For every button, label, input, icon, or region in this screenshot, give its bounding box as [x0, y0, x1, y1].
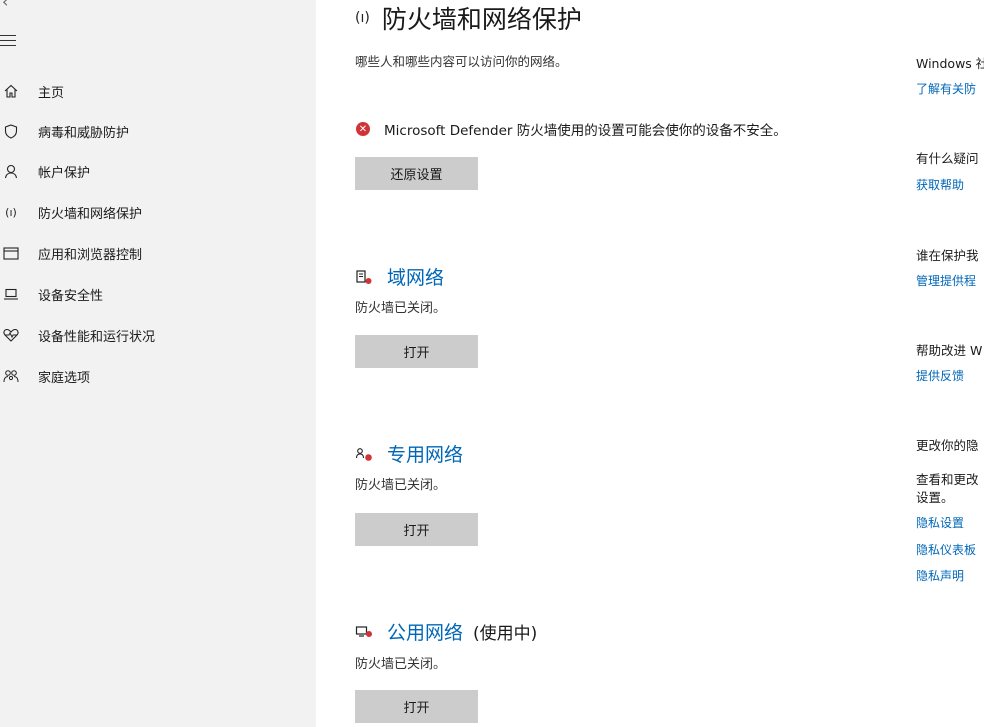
sidebar-item-family[interactable]: 家庭选项	[0, 356, 316, 396]
manage-providers-link[interactable]: 管理提供程	[916, 272, 976, 289]
in-use-label: (使用中)	[473, 624, 538, 644]
sidebar-item-label: 主页	[38, 85, 65, 101]
restore-settings-button[interactable]: 还原设置	[355, 157, 478, 190]
learn-more-link[interactable]: 了解有关防	[916, 80, 976, 97]
privacy-dashboard-link[interactable]: 隐私仪表板	[916, 541, 976, 558]
privacy-statement-link[interactable]: 隐私声明	[916, 567, 964, 584]
sidebar-item-label: 设备安全性	[38, 288, 104, 304]
protect-heading: 谁在保护我	[916, 248, 979, 263]
sidebar-item-device-security[interactable]: 设备安全性	[0, 274, 316, 314]
person-icon	[2, 162, 20, 180]
network-name[interactable]: 域网络	[387, 263, 444, 290]
home-icon	[2, 82, 20, 100]
privacy-settings-link[interactable]: 隐私设置	[916, 514, 964, 531]
question-heading: 有什么疑问	[916, 151, 979, 166]
view-change-text-1: 查看和更改	[916, 472, 979, 487]
domain-network-title[interactable]: 域网络	[355, 263, 444, 290]
error-icon: ✕	[356, 122, 370, 136]
sidebar-item-account[interactable]: 帐户保护	[0, 151, 316, 191]
page-subtitle: 哪些人和哪些内容可以访问你的网络。	[355, 54, 568, 69]
sidebar-item-label: 防火墙和网络保护	[38, 206, 143, 222]
sidebar-item-device-health[interactable]: 设备性能和运行状况	[0, 315, 316, 355]
sidebar-item-home[interactable]: 主页	[0, 71, 316, 111]
private-network-status: 防火墙已关闭。	[355, 478, 447, 493]
sidebar-item-label: 帐户保护	[38, 165, 91, 181]
sidebar-item-label: 家庭选项	[38, 370, 91, 386]
wireless-icon: (ı)	[5, 205, 17, 219]
public-network-title[interactable]: 公用网络 (使用中)	[355, 618, 537, 645]
public-network-status: 防火墙已关闭。	[355, 657, 447, 672]
domain-network-turn-on-button[interactable]: 打开	[355, 335, 478, 368]
sidebar: ‹ 主页 病毒和威胁防护 帐户保护 (ı) 防火墙和网络保护 应用和浏览器控制 …	[0, 0, 316, 727]
app-window-icon	[2, 244, 20, 262]
private-network-turn-on-button[interactable]: 打开	[355, 513, 478, 546]
domain-network-status: 防火墙已关闭。	[355, 301, 447, 316]
public-network-icon	[355, 623, 373, 641]
right-panel: Windows 社 了解有关防 有什么疑问 获取帮助 谁在保护我 管理提供程 帮…	[916, 0, 984, 727]
sidebar-item-firewall[interactable]: (ı) 防火墙和网络保护	[0, 192, 316, 232]
page-title-text: 防火墙和网络保护	[381, 5, 582, 34]
feedback-link[interactable]: 提供反馈	[916, 367, 964, 384]
page-title: (ı) 防火墙和网络保护	[355, 0, 582, 36]
network-name[interactable]: 公用网络	[387, 618, 463, 645]
family-icon	[2, 367, 20, 385]
wireless-icon: (ı)	[355, 10, 370, 26]
sidebar-item-virus-protection[interactable]: 病毒和威胁防护	[0, 111, 316, 151]
laptop-icon	[2, 285, 20, 303]
sidebar-item-label: 设备性能和运行状况	[38, 329, 156, 345]
sidebar-item-label: 病毒和威胁防护	[38, 125, 130, 141]
change-privacy-heading: 更改你的隐	[916, 438, 979, 453]
shield-icon	[2, 122, 20, 140]
private-network-icon	[355, 445, 373, 463]
back-icon[interactable]: ‹	[2, 0, 8, 11]
get-help-link[interactable]: 获取帮助	[916, 176, 964, 193]
public-network-turn-on-button[interactable]: 打开	[355, 690, 478, 723]
main-content: (ı) 防火墙和网络保护 哪些人和哪些内容可以访问你的网络。 ✕ Microso…	[316, 0, 876, 727]
private-network-title[interactable]: 专用网络	[355, 440, 463, 467]
windows-text: Windows 社	[916, 56, 984, 71]
hamburger-menu-icon[interactable]	[0, 35, 16, 47]
warning-message: ✕ Microsoft Defender 防火墙使用的设置可能会使你的设备不安全…	[356, 119, 787, 139]
sidebar-item-app-browser[interactable]: 应用和浏览器控制	[0, 233, 316, 273]
domain-network-icon	[355, 268, 373, 286]
sidebar-item-label: 应用和浏览器控制	[38, 247, 143, 263]
improve-heading: 帮助改进 W	[916, 343, 983, 358]
network-name[interactable]: 专用网络	[387, 440, 463, 467]
view-change-text-2: 设置。	[916, 490, 954, 505]
warning-text: Microsoft Defender 防火墙使用的设置可能会使你的设备不安全。	[384, 123, 787, 139]
heart-icon	[2, 326, 20, 344]
